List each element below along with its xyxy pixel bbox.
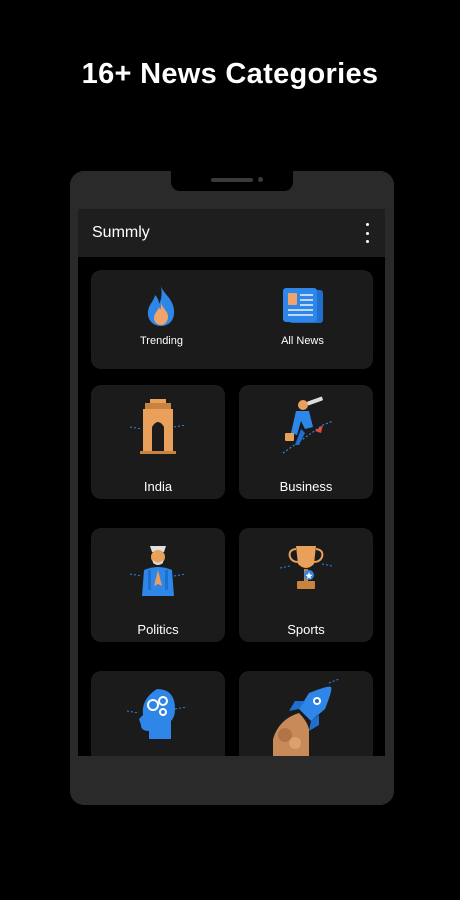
rocket-icon bbox=[273, 678, 340, 756]
category-card-sports[interactable]: Sports bbox=[239, 528, 373, 642]
business-label: Business bbox=[279, 479, 333, 494]
trending-tile[interactable]: Trending bbox=[91, 270, 232, 369]
headline: 16+ News Categories bbox=[81, 58, 379, 90]
app-screen: Summly Trending All News India Business … bbox=[78, 209, 385, 756]
india-gate-icon bbox=[129, 399, 187, 454]
flame-icon bbox=[147, 285, 175, 326]
overflow-menu-icon[interactable] bbox=[359, 223, 375, 243]
newspaper-icon bbox=[283, 288, 323, 323]
trending-label: Trending bbox=[139, 335, 183, 347]
india-label: India bbox=[143, 479, 173, 494]
category-card-business[interactable]: Business bbox=[239, 385, 373, 499]
brain-gears-icon bbox=[126, 689, 188, 739]
category-card-technology[interactable] bbox=[239, 671, 373, 756]
category-card-india[interactable]: India bbox=[91, 385, 225, 499]
app-bar: Summly bbox=[78, 209, 385, 257]
sports-label: Sports bbox=[287, 622, 325, 637]
app-title: Summly bbox=[92, 224, 150, 241]
politician-icon bbox=[129, 546, 187, 596]
featured-card: Trending All News bbox=[91, 270, 373, 369]
trophy-icon bbox=[279, 546, 333, 589]
businessman-telescope-icon bbox=[282, 396, 334, 454]
category-card-politics[interactable]: Politics bbox=[91, 528, 225, 642]
front-camera bbox=[258, 177, 263, 182]
all-news-label: All News bbox=[281, 335, 324, 347]
politics-label: Politics bbox=[137, 622, 179, 637]
phone-frame: Summly Trending All News India Business … bbox=[70, 171, 394, 805]
category-card-science[interactable] bbox=[91, 671, 225, 756]
speaker bbox=[211, 178, 253, 182]
all-news-tile[interactable]: All News bbox=[232, 270, 373, 369]
phone-notch bbox=[171, 171, 293, 191]
